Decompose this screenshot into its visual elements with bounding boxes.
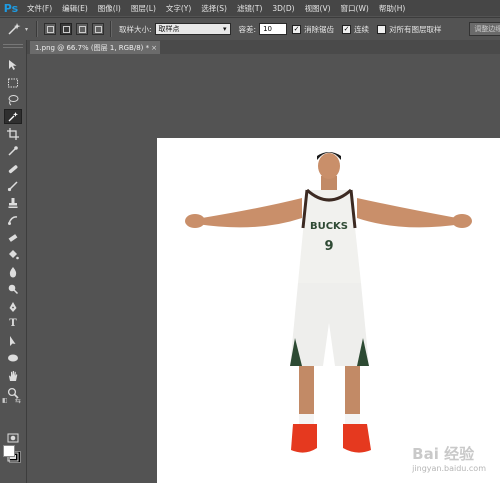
paint-bucket-tool[interactable]	[4, 247, 22, 262]
paint-bucket-icon	[9, 249, 19, 259]
move-icon	[9, 59, 17, 70]
move-tool[interactable]	[4, 57, 22, 72]
magic-wand-icon	[8, 111, 18, 121]
sample-size-label: 取样大小:	[119, 24, 152, 34]
antialias-label: 消除锯齿	[304, 24, 335, 34]
eyedropper-icon	[8, 145, 18, 156]
blur-icon	[9, 266, 17, 277]
menu-view[interactable]: 视图(V)	[300, 3, 336, 14]
marquee-icon	[8, 78, 18, 87]
marquee-tool[interactable]	[4, 75, 22, 90]
menu-type[interactable]: 文字(Y)	[161, 3, 196, 14]
chevron-down-icon: ▾	[223, 25, 227, 33]
history-brush-icon	[8, 215, 18, 225]
dodge-tool[interactable]	[4, 281, 22, 296]
healing-brush-tool[interactable]	[4, 161, 22, 176]
menu-layer[interactable]: 图层(L)	[126, 3, 161, 14]
watermark-brand: Bai 经验	[412, 445, 475, 463]
basketball-player-image: BUCKS 9	[185, 152, 472, 453]
document-tab-title: 1.png @ 66.7% (图层 1, RGB/8) *	[35, 43, 150, 52]
contiguous-checkbox[interactable]: ✓	[342, 24, 352, 34]
crop-tool[interactable]	[4, 126, 22, 141]
close-icon[interactable]: ×	[151, 44, 157, 52]
watermark-url: jingyan.baidu.com	[412, 464, 486, 473]
brush-tool[interactable]	[4, 178, 22, 193]
swap-colors-icon[interactable]: ⇆	[15, 397, 21, 405]
toolbox-grip[interactable]	[3, 44, 23, 48]
menu-filter[interactable]: 滤镜(T)	[232, 3, 267, 14]
photoshop-logo: Ps	[3, 1, 19, 15]
menu-edit[interactable]: 编辑(E)	[57, 3, 93, 14]
chevron-down-icon: ▾	[25, 25, 29, 33]
menu-file[interactable]: 文件(F)	[22, 3, 57, 14]
magic-wand-icon	[8, 23, 21, 35]
sample-size-select[interactable]: 取样点 ▾	[154, 23, 231, 35]
menu-3d[interactable]: 3D(D)	[267, 4, 299, 13]
contiguous-label: 连续	[354, 24, 370, 34]
document-tab-bar: 1.png @ 66.7% (图层 1, RGB/8) * ×	[27, 40, 500, 54]
document-canvas[interactable]: BUCKS 9 Bai 经验 jingyan.baidu.com	[157, 138, 500, 483]
sample-size-value: 取样点	[158, 25, 180, 33]
lasso-tool[interactable]	[4, 92, 22, 107]
intersect-selection-button[interactable]	[92, 23, 104, 35]
hand-tool[interactable]	[4, 368, 22, 383]
pen-icon	[9, 301, 17, 312]
menu-help[interactable]: 帮助(H)	[374, 3, 411, 14]
dodge-icon	[8, 284, 19, 294]
watermark: Bai 经验 jingyan.baidu.com	[412, 443, 486, 473]
quick-mask-icon	[7, 433, 19, 442]
add-to-selection-button[interactable]	[60, 23, 72, 35]
document-tab[interactable]: 1.png @ 66.7% (图层 1, RGB/8) * ×	[30, 41, 160, 54]
foreground-color-swatch[interactable]	[3, 445, 15, 457]
subtract-selection-button[interactable]	[76, 23, 88, 35]
clone-stamp-icon	[8, 197, 18, 208]
check-icon: ✓	[343, 24, 350, 33]
pen-tool[interactable]	[4, 299, 22, 314]
tool-preset-picker[interactable]: ▾	[6, 20, 32, 38]
type-tool[interactable]: T	[4, 316, 22, 331]
history-brush-tool[interactable]	[4, 212, 22, 227]
jersey-number-text: 9	[324, 239, 333, 254]
healing-brush-icon	[8, 164, 18, 173]
sample-all-layers-checkbox[interactable]	[377, 24, 387, 34]
divider	[36, 21, 38, 37]
tolerance-label: 容差:	[238, 24, 257, 34]
toolbox: T ◧ ⇆	[0, 40, 27, 483]
menubar: Ps 文件(F) 编辑(E) 图像(I) 图层(L) 文字(Y) 选择(S) 滤…	[0, 0, 500, 16]
tolerance-input[interactable]: 10	[259, 23, 288, 35]
type-icon: T	[9, 318, 17, 329]
default-colors-icon[interactable]: ◧	[2, 397, 8, 404]
menu-image[interactable]: 图像(I)	[93, 3, 126, 14]
eraser-icon	[8, 233, 18, 242]
eraser-tool[interactable]	[4, 230, 22, 245]
divider	[110, 21, 112, 37]
magic-wand-tool[interactable]	[4, 109, 22, 124]
path-selection-tool[interactable]	[4, 333, 22, 348]
clone-stamp-tool[interactable]	[4, 195, 22, 210]
refine-edge-button[interactable]: 调整边缘...	[469, 22, 500, 36]
brush-icon	[7, 180, 18, 191]
menu-window[interactable]: 窗口(W)	[336, 3, 374, 14]
new-selection-button[interactable]	[44, 23, 56, 35]
hand-icon	[9, 370, 18, 381]
path-select-icon	[10, 335, 16, 346]
jersey-team-text: BUCKS	[310, 221, 348, 232]
shape-tool[interactable]	[4, 350, 22, 365]
antialias-checkbox[interactable]: ✓	[292, 24, 302, 34]
eyedropper-tool[interactable]	[4, 143, 22, 158]
lasso-icon	[8, 94, 19, 105]
crop-icon	[7, 127, 19, 140]
menu-select[interactable]: 选择(S)	[196, 3, 232, 14]
shape-icon	[8, 354, 18, 361]
sample-all-layers-label: 对所有图层取样	[389, 24, 442, 34]
options-bar: ▾ 取样大小: 取样点 ▾ 容差: 10 ✓ 消除锯齿 ✓ 连续 对所有图层取样…	[0, 17, 500, 41]
check-icon: ✓	[293, 24, 300, 33]
blur-tool[interactable]	[4, 264, 22, 279]
quick-mask-button[interactable]	[4, 430, 22, 445]
